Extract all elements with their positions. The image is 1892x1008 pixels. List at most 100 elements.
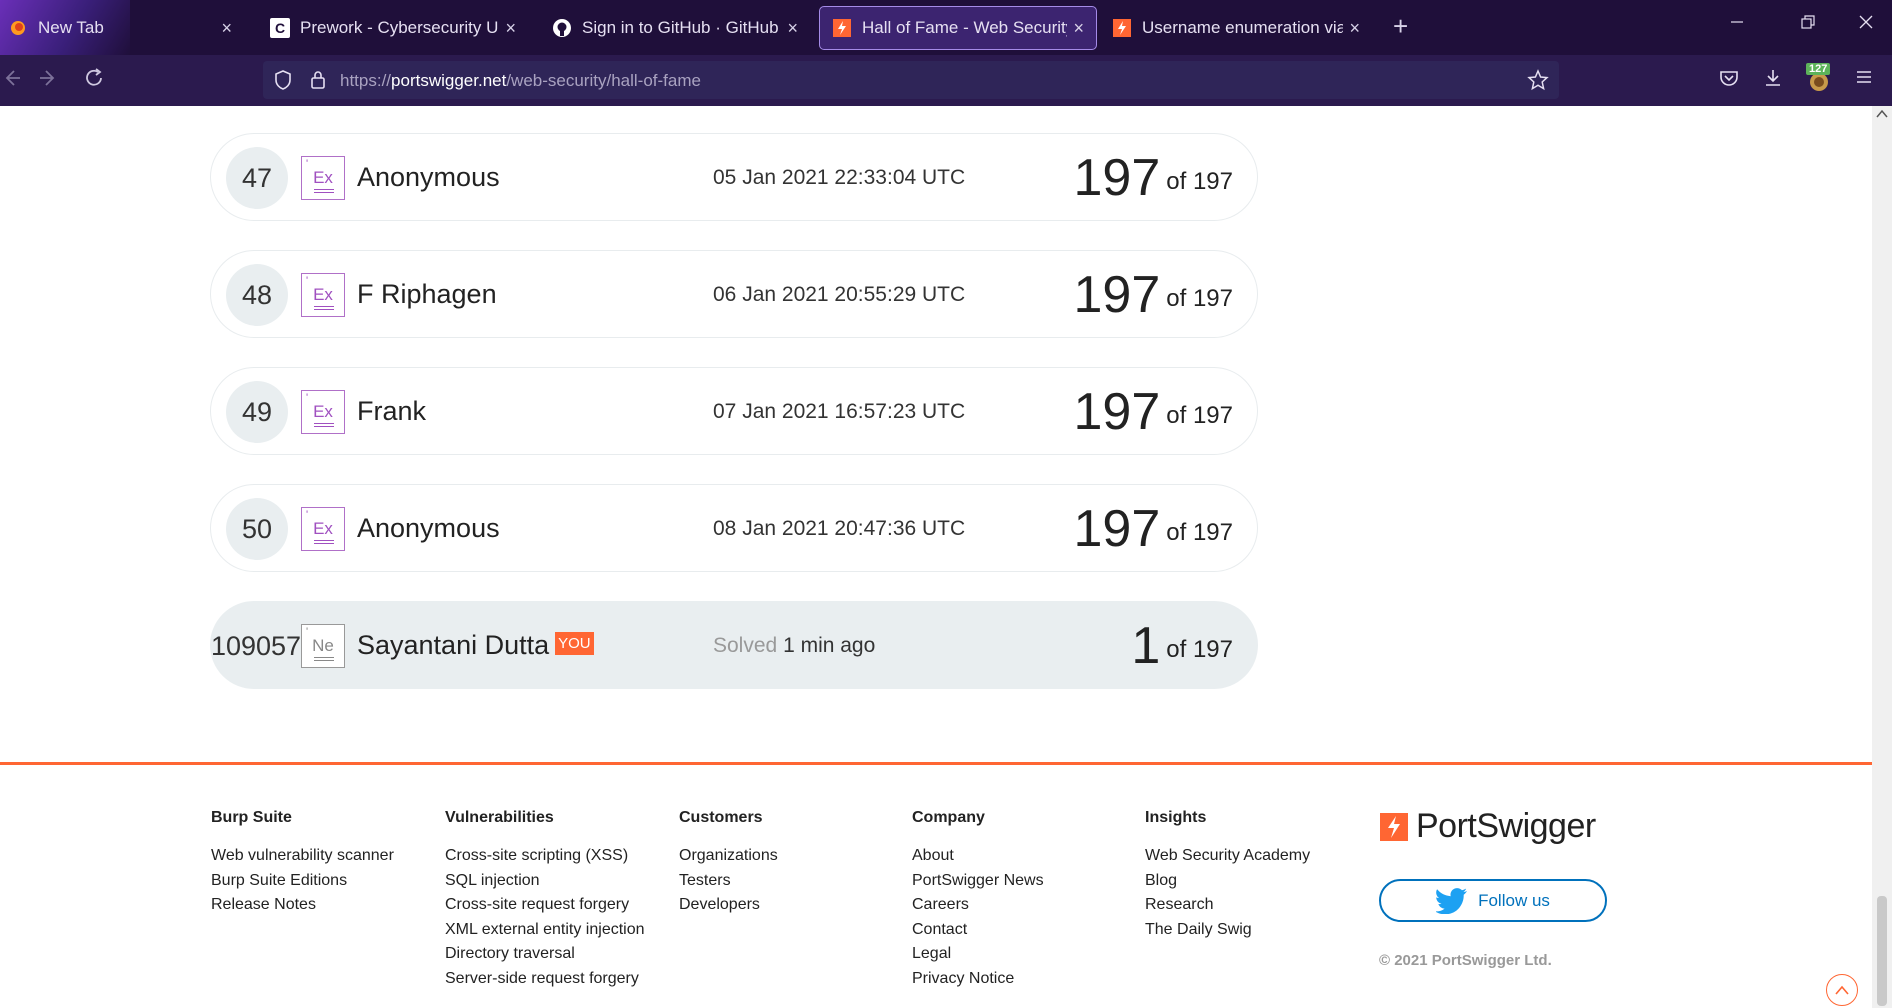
page-content: 47 ' Ex Anonymous 05 Jan 2021 22:33:04 U… <box>0 106 1872 1008</box>
total-count: of 197 <box>1166 519 1233 546</box>
level-badge: ' Ex <box>301 390 345 434</box>
browser-nav-bar: https://portswigger.net/web-security/hal… <box>0 55 1892 106</box>
footer-heading: Burp Suite <box>211 809 292 826</box>
footer-link[interactable]: Privacy Notice <box>912 967 1044 992</box>
portswigger-logo-icon <box>1380 812 1408 841</box>
solved-count: 197 <box>1073 383 1161 441</box>
rank-number: 48 <box>226 264 288 326</box>
back-icon[interactable] <box>0 67 22 95</box>
tab-close-icon[interactable]: × <box>505 18 516 39</box>
footer-column-burp-suite: Burp Suite Web vulnerability scanner Bur… <box>211 809 394 918</box>
hall-of-fame-row: 49 ' Ex Frank 07 Jan 2021 16:57:23 UTC 1… <box>210 367 1258 455</box>
score: 197 of 197 <box>1074 148 1234 208</box>
tab-username-enumeration[interactable]: Username enumeration via diffe × <box>1100 6 1372 50</box>
total-count: of 197 <box>1166 636 1233 663</box>
tab-title: Prework - Cybersecurity Universi <box>300 18 499 37</box>
footer-link[interactable]: Directory traversal <box>445 942 645 967</box>
minimize-icon[interactable] <box>1729 14 1745 35</box>
page-scrollbar[interactable] <box>1872 106 1892 1008</box>
extension-badge: 127 <box>1806 63 1831 75</box>
tab-close-icon[interactable]: × <box>787 18 798 39</box>
follow-us-button[interactable]: Follow us <box>1379 879 1607 922</box>
footer-link[interactable]: Cross-site scripting (XSS) <box>445 844 645 869</box>
restore-icon[interactable] <box>1800 14 1816 35</box>
back-to-top-button[interactable] <box>1826 974 1858 1006</box>
extension-icon[interactable] <box>1808 71 1830 99</box>
tab-close-icon[interactable]: × <box>1073 18 1084 39</box>
footer-link[interactable]: Blog <box>1145 869 1310 894</box>
footer-link[interactable]: Burp Suite Editions <box>211 869 394 894</box>
footer-link[interactable]: Web Security Academy <box>1145 844 1310 869</box>
tab-github[interactable]: Sign in to GitHub · GitHub × <box>540 6 810 50</box>
bookmark-star-icon[interactable] <box>1527 69 1549 96</box>
footer-link[interactable]: Testers <box>679 869 778 894</box>
scroll-up-arrow-icon[interactable] <box>1876 108 1888 122</box>
solved-count: 1 <box>1131 617 1161 675</box>
new-tab-button[interactable]: + <box>1393 11 1408 42</box>
footer-heading: Customers <box>679 809 763 826</box>
footer-link[interactable]: Server-side request forgery <box>445 967 645 992</box>
tab-close-icon[interactable]: × <box>221 18 232 39</box>
portswigger-logo[interactable]: PortSwigger <box>1380 807 1596 846</box>
portswigger-icon <box>1112 18 1132 38</box>
footer-heading: Company <box>912 809 985 826</box>
total-count: of 197 <box>1166 168 1233 195</box>
score: 197 of 197 <box>1074 265 1234 325</box>
level-code: Ex <box>313 402 333 421</box>
downloads-icon[interactable] <box>1762 67 1784 95</box>
url-text[interactable]: https://portswigger.net/web-security/hal… <box>340 71 701 91</box>
level-badge-lines <box>314 540 334 544</box>
level-badge: ' Ex <box>301 507 345 551</box>
lock-icon[interactable] <box>309 69 327 96</box>
footer-link[interactable]: Release Notes <box>211 893 394 918</box>
reload-icon[interactable] <box>83 67 105 95</box>
tab-title: Sign in to GitHub · GitHub <box>582 18 779 37</box>
user-name: Anonymous <box>357 513 500 543</box>
url-host: portswigger.net <box>391 71 507 90</box>
copyright-text: © 2021 PortSwigger Ltd. <box>1379 952 1552 969</box>
level-badge-tick: ' <box>306 392 309 404</box>
solved-count: 197 <box>1073 149 1161 207</box>
footer-link[interactable]: Research <box>1145 893 1310 918</box>
tab-prework[interactable]: C Prework - Cybersecurity Universi × <box>258 6 528 50</box>
rank-number: 47 <box>226 147 288 209</box>
footer-link[interactable]: Web vulnerability scanner <box>211 844 394 869</box>
footer-link[interactable]: The Daily Swig <box>1145 918 1310 943</box>
shield-icon[interactable] <box>273 69 293 96</box>
tab-close-icon[interactable]: × <box>1349 18 1360 39</box>
solved-time: 08 Jan 2021 20:47:36 UTC <box>713 517 966 540</box>
footer-link[interactable]: XML external entity injection <box>445 918 645 943</box>
level-code: Ex <box>313 285 333 304</box>
footer-link[interactable]: Careers <box>912 893 1044 918</box>
pocket-icon[interactable] <box>1718 67 1740 95</box>
footer-divider <box>0 762 1872 765</box>
level-badge-tick: ' <box>306 275 309 287</box>
user-name: Frank <box>357 396 427 426</box>
tab-title: Hall of Fame - Web Security Ac <box>862 18 1067 37</box>
footer-link[interactable]: Organizations <box>679 844 778 869</box>
score: 1 of 197 <box>1131 616 1233 676</box>
scrollbar-thumb[interactable] <box>1877 896 1887 1006</box>
user-name: Sayantani Dutta YOU <box>357 630 594 661</box>
footer-column-insights: Insights Web Security Academy Blog Resea… <box>1145 809 1310 942</box>
footer-column-customers: Customers Organizations Testers Develope… <box>679 809 778 918</box>
tab-hall-of-fame[interactable]: Hall of Fame - Web Security Ac × <box>819 6 1097 50</box>
footer-link[interactable]: PortSwigger News <box>912 869 1044 894</box>
level-code: Ne <box>312 636 334 655</box>
solved-count: 197 <box>1073 500 1161 558</box>
footer-link[interactable]: Developers <box>679 893 778 918</box>
level-badge-lines <box>314 657 334 661</box>
close-window-icon[interactable] <box>1858 14 1874 35</box>
rank-number: 50 <box>226 498 288 560</box>
footer-link[interactable]: Cross-site request forgery <box>445 893 645 918</box>
level-badge: ' Ex <box>301 273 345 317</box>
footer-link[interactable]: SQL injection <box>445 869 645 894</box>
footer-link[interactable]: Legal <box>912 942 1044 967</box>
forward-icon[interactable] <box>38 67 60 95</box>
footer-link[interactable]: Contact <box>912 918 1044 943</box>
score: 197 of 197 <box>1074 382 1234 442</box>
footer-link[interactable]: About <box>912 844 1044 869</box>
menu-icon[interactable] <box>1854 67 1874 93</box>
tab-new-tab[interactable]: New Tab × <box>0 6 244 50</box>
url-path: /web-security/hall-of-fame <box>506 71 701 90</box>
